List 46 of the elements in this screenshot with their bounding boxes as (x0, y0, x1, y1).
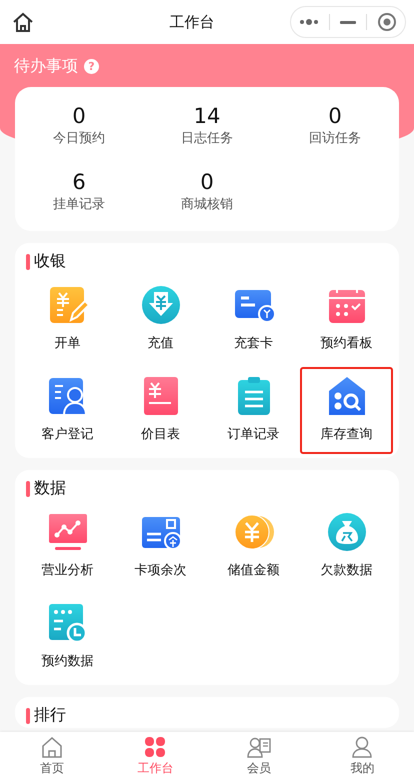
stat-label: 日志任务 (181, 130, 233, 147)
menu-item[interactable]: 开单 (21, 276, 114, 363)
target-icon (377, 12, 397, 32)
user-icon (351, 736, 374, 758)
yen-download-icon (140, 284, 182, 326)
member-card-icon (246, 736, 271, 758)
menu-item[interactable]: 库存查询 (300, 367, 393, 454)
menu-item[interactable]: 客户登记 (21, 367, 114, 454)
menu-item[interactable]: 营业分析 (21, 503, 114, 590)
menu-item[interactable]: 储值金额 (207, 503, 300, 590)
home-button[interactable] (12, 11, 34, 33)
menu-item[interactable]: 卡项余次 (114, 503, 207, 590)
menu-item[interactable]: 预约看板 (300, 276, 393, 363)
stat-label: 商城核销 (181, 196, 233, 213)
stat-label: 回访任务 (309, 130, 361, 147)
tab[interactable]: 我的 (310, 732, 414, 780)
tab[interactable]: 首页 (0, 732, 104, 780)
page-title: 工作台 (168, 12, 216, 32)
more-icon (299, 19, 319, 25)
stat-value: 0 (200, 169, 214, 195)
menu-item[interactable]: 欠款数据 (300, 503, 393, 590)
tab[interactable]: 会员 (207, 732, 310, 780)
accent-bar (26, 708, 30, 724)
stat-value: 14 (194, 103, 220, 129)
section-title: 收银 (34, 251, 66, 272)
stat-value: 0 (72, 103, 86, 129)
home-icon (12, 11, 34, 33)
money-bag-icon (326, 511, 368, 553)
stat-label: 今日预约 (53, 130, 105, 147)
section-title: 排行 (34, 705, 66, 726)
menu-item[interactable]: 订单记录 (207, 367, 300, 454)
four-petal-icon (144, 736, 166, 758)
menu-item[interactable]: 预约数据 (21, 594, 114, 681)
menu-item[interactable]: 充套卡 (207, 276, 300, 363)
stat-label: 挂单记录 (53, 196, 105, 213)
accent-bar (26, 480, 30, 496)
accent-bar (26, 254, 30, 270)
home-icon (40, 736, 63, 758)
chart-monitor-icon (46, 511, 88, 553)
section-title: 数据 (34, 478, 66, 499)
stat-value: 6 (72, 169, 86, 195)
stat-value: 0 (328, 103, 342, 129)
todo-title: 待办事项 (14, 56, 78, 77)
menu-item[interactable]: 价目表 (114, 367, 207, 454)
menu-item[interactable]: 充值 (114, 276, 207, 363)
minimize-icon (340, 20, 356, 24)
